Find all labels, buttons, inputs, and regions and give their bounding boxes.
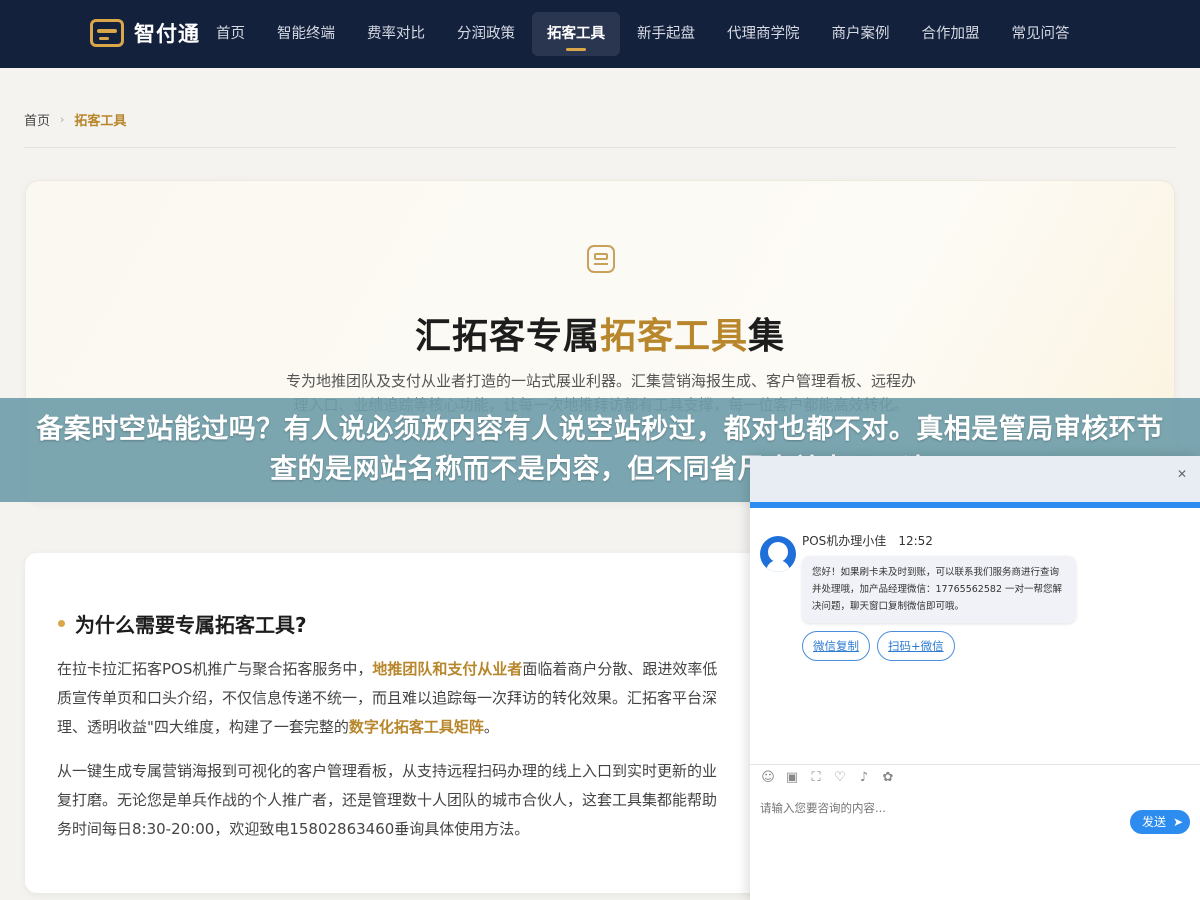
p1-text-d: 。 xyxy=(483,718,499,736)
message-time: 12:52 xyxy=(898,534,933,548)
hero-title-suffix: 集 xyxy=(748,316,786,357)
article-title: 为什么需要专属拓客工具? xyxy=(58,609,307,638)
image-icon[interactable]: ▣ xyxy=(784,770,800,786)
p1-highlight-2: 数字化拓客工具矩阵 xyxy=(348,718,484,736)
nav-item-profit-policy[interactable]: 分润政策 xyxy=(442,12,530,56)
voice-icon[interactable]: ♪ xyxy=(856,770,872,786)
screenshot-icon[interactable]: ⛶ xyxy=(808,770,824,786)
wechat-icon[interactable]: ✿ xyxy=(880,770,896,786)
bullet-dot xyxy=(58,620,65,627)
nav-item-rates[interactable]: 费率对比 xyxy=(352,12,440,56)
close-icon[interactable]: ✕ xyxy=(1172,464,1192,484)
site-logo[interactable]: 智付通 xyxy=(90,18,200,48)
agent-message-bubble: 您好！如果刷卡未及时到账，可以联系我们服务商进行查询并处理哦，加产品经理微信：1… xyxy=(802,556,1076,623)
top-navbar: 智付通 首页 智能终端 费率对比 分润政策 拓客工具 新手起盘 代理商学院 商户… xyxy=(0,0,1200,68)
p1-highlight: 地推团队和支付从业者 xyxy=(372,660,523,678)
hero-title: 汇拓客专属拓客工具集 xyxy=(26,307,1174,359)
logo-text: 智付通 xyxy=(134,22,200,46)
hero-title-prefix: 汇拓客专属 xyxy=(414,316,600,357)
emoji-icon[interactable]: ☺ xyxy=(760,770,776,786)
rate-icon[interactable]: ♡ xyxy=(832,770,848,786)
chat-input[interactable] xyxy=(760,801,1120,815)
nav-item-join[interactable]: 合作加盟 xyxy=(907,12,995,56)
toolbox-icon xyxy=(587,245,615,273)
p1-text-c: 理、透明收益"四大维度，构建了一套完整的 xyxy=(57,718,349,736)
article-paragraph-1: 在拉卡拉汇拓客POS机推广与聚合拓客服务中，地推团队和支付从业者面临着商户分散、… xyxy=(57,655,777,742)
article-paragraph-2: 从一键生成专属营销海报到可视化的客户管理看板，从支持远程扫码办理的线上入口到实时… xyxy=(57,757,777,844)
copy-wechat-button[interactable]: 微信复制 xyxy=(802,631,870,661)
agent-name-text: POS机办理小佳 xyxy=(802,534,887,548)
breadcrumb: 首页 › 拓客工具 xyxy=(24,110,126,129)
p1-text-b: 面临着商户分散、跟进效率低 xyxy=(522,660,718,678)
nav-item-cases[interactable]: 商户案例 xyxy=(817,12,905,56)
card-icon xyxy=(90,19,124,47)
article-title-text: 为什么需要专属拓客工具? xyxy=(75,613,307,637)
p2-line-2: 复打磨。无论您是单兵作战的个人推广者，还是管理数十人团队的城市合伙人，这套工具集… xyxy=(57,791,718,809)
breadcrumb-separator: › xyxy=(60,113,65,126)
send-button[interactable]: 发送 ➤ xyxy=(1130,810,1190,834)
nav-item-terminals[interactable]: 智能终端 xyxy=(262,12,350,56)
agent-avatar xyxy=(760,536,796,572)
divider xyxy=(24,147,1176,148)
send-icon: ➤ xyxy=(1172,815,1183,829)
chat-toolbar: ☺ ▣ ⛶ ♡ ♪ ✿ xyxy=(760,770,904,786)
chat-input-divider xyxy=(750,764,1200,765)
p1-text-a: 在拉卡拉汇拓客POS机推广与聚合拓客服务中， xyxy=(57,660,373,678)
chat-widget: ✕ POS机办理小佳 12:52 您好！如果刷卡未及时到账，可以联系我们服务商进行… xyxy=(750,456,1200,900)
nav-item-tools[interactable]: 拓客工具 xyxy=(532,12,620,56)
nav-item-newbie[interactable]: 新手起盘 xyxy=(622,12,710,56)
hero-title-highlight: 拓客工具 xyxy=(599,316,748,357)
nav-item-academy[interactable]: 代理商学院 xyxy=(712,12,815,56)
agent-name: POS机办理小佳 12:52 xyxy=(802,532,933,549)
p2-line-3: 务时间每日8:30-20:00，欢迎致电15802863460垂询具体使用方法。 xyxy=(57,820,530,838)
p2-line-1: 从一键生成专属营销海报到可视化的客户管理看板，从支持远程扫码办理的线上入口到实时… xyxy=(57,762,718,780)
p1-line-2: 质宣传单页和口头介绍，不仅信息传递不统一，而且难以追踪每一次拜访的转化效果。汇拓… xyxy=(57,689,718,707)
nav-item-faq[interactable]: 常见问答 xyxy=(997,12,1085,56)
chat-header xyxy=(750,456,1200,504)
nav-item-home[interactable]: 首页 xyxy=(201,12,260,56)
breadcrumb-home[interactable]: 首页 xyxy=(24,110,50,129)
send-label: 发送 xyxy=(1142,815,1167,829)
breadcrumb-current: 拓客工具 xyxy=(74,114,127,129)
nav-menu: 首页 智能终端 费率对比 分润政策 拓客工具 新手起盘 代理商学院 商户案例 合… xyxy=(201,12,1087,56)
chat-header-strip xyxy=(750,502,1200,508)
scan-wechat-button[interactable]: 扫码+微信 xyxy=(877,631,955,661)
